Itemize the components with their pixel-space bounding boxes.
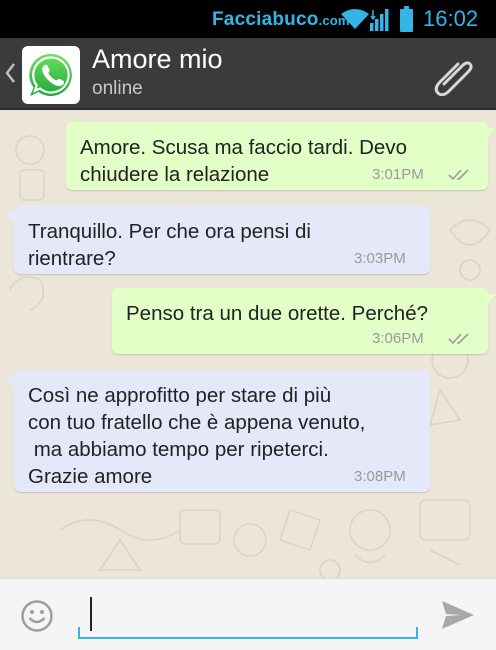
contact-name[interactable]: Amore mio [92,44,223,75]
bubble-tail [486,294,496,306]
message-bubble-outgoing[interactable]: Penso tra un due orette. Perché? 3:06PM [112,288,488,354]
send-icon[interactable] [440,599,476,631]
input-underline-left [78,627,80,639]
watermark-text: Facciabuco [212,9,319,30]
message-time: 3:03PM [354,250,406,267]
message-bubble-incoming[interactable]: Tranquillo. Per che ora pensi di rientra… [14,206,430,274]
battery-icon [400,6,413,32]
bubble-tail [4,212,14,224]
message-time: 3:06PM [372,330,424,347]
contact-status: online [92,78,143,99]
message-text: Amore. Scusa ma faccio tardi. Devo chiud… [80,136,407,186]
message-time: 3:08PM [354,468,406,485]
bubble-tail [4,376,14,388]
text-cursor [90,597,92,631]
whatsapp-logo [29,53,72,96]
message-bubble-incoming[interactable]: Così ne approfitto per stare di più con … [14,370,430,492]
message-input[interactable] [78,593,418,639]
message-time: 3:01PM [372,166,424,183]
avatar[interactable] [22,46,80,104]
message-text: Tranquillo. Per che ora pensi di rientra… [28,220,311,270]
status-bar: Facciabuco.com 16:02 [0,0,496,38]
emoji-icon[interactable] [20,599,54,633]
read-receipt-icon [448,169,469,181]
message-text: Così ne approfitto per stare di più con … [28,384,366,488]
message-bubble-outgoing[interactable]: Amore. Scusa ma faccio tardi. Devo chiud… [66,122,488,190]
chat-header: Amore mio online [0,38,496,110]
input-underline-right [416,627,418,639]
status-clock: 16:02 [423,6,479,31]
composer-bar [0,578,496,650]
back-chevron-icon[interactable] [4,62,16,84]
bubble-tail [486,128,496,140]
read-receipt-icon [448,333,469,345]
chat-area[interactable]: Amore. Scusa ma faccio tardi. Devo chiud… [0,110,496,578]
message-text: Penso tra un due orette. Perché? [126,302,429,325]
wifi-icon [341,9,369,29]
attach-icon[interactable] [432,54,474,96]
watermark: Facciabuco.com [212,9,350,31]
signal-icon [370,9,389,31]
